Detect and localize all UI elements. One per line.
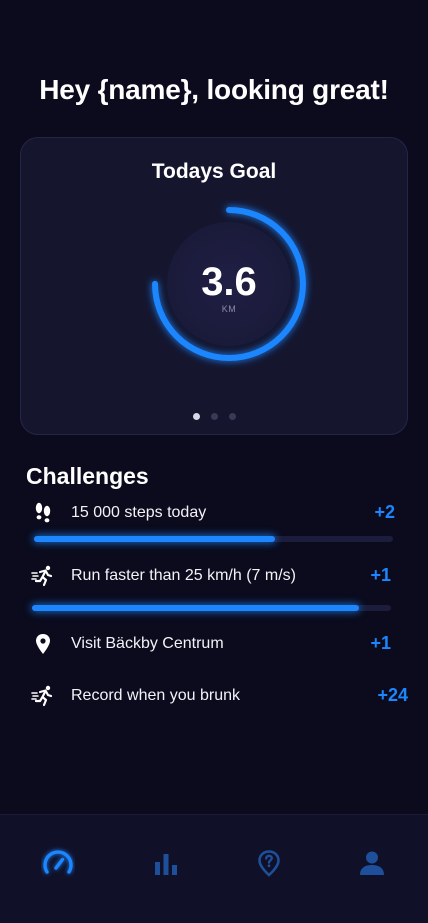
bottom-tab-bar: [0, 814, 428, 923]
challenge-item-brunk[interactable]: Record when you brunk +24: [30, 681, 408, 711]
challenge-reward: +24: [377, 685, 408, 705]
page-indicator[interactable]: [21, 413, 407, 420]
challenge-label: Run faster than 25 km/h (7 m/s): [71, 567, 296, 584]
running-icon: [30, 683, 56, 709]
challenge-label: Record when you brunk: [71, 687, 240, 704]
challenge-label: Visit Bäckby Centrum: [71, 635, 224, 652]
tab-help-map[interactable]: [249, 843, 289, 883]
home-screen: Hey {name}, looking great! Todays Goal 3…: [0, 0, 428, 923]
challenge-reward: +1: [370, 633, 391, 653]
challenge-reward: +1: [370, 565, 391, 585]
question-pin-icon: [258, 850, 280, 877]
challenge-item-visit[interactable]: Visit Bäckby Centrum +1: [30, 629, 408, 659]
goal-card[interactable]: Todays Goal 3.6 KM: [20, 137, 408, 435]
page-dot[interactable]: [228, 413, 236, 420]
goal-progress-ring: 3.6 KM: [145, 200, 313, 368]
goal-distance-unit: KM: [221, 304, 237, 314]
tab-dashboard[interactable]: [38, 843, 78, 883]
page-dot[interactable]: [192, 413, 200, 420]
running-icon: [30, 563, 56, 589]
location-pin-icon: [30, 631, 56, 657]
challenge-item-steps[interactable]: 15 000 steps today +2: [30, 498, 408, 528]
user-icon: [360, 851, 384, 875]
tab-profile[interactable]: [352, 843, 392, 883]
challenges-heading: Challenges: [26, 463, 149, 489]
challenge-reward: +2: [374, 502, 395, 522]
goal-card-title: Todays Goal: [151, 160, 277, 183]
greeting-heading: Hey {name}, looking great!: [39, 74, 389, 105]
challenge-item-speed[interactable]: Run faster than 25 km/h (7 m/s) +1: [30, 561, 408, 591]
page-dot[interactable]: [210, 413, 218, 420]
challenge-progress-steps: [34, 536, 393, 542]
challenge-progress-fill: [34, 536, 275, 542]
challenge-progress-fill: [32, 605, 359, 611]
challenge-label: 15 000 steps today: [71, 504, 207, 521]
challenge-progress-speed: [32, 605, 391, 611]
bar-chart-icon: [155, 854, 177, 875]
speedometer-icon: [43, 850, 73, 874]
goal-distance-value: 3.6: [201, 260, 257, 304]
footprints-icon: [30, 500, 56, 526]
tab-statistics[interactable]: [146, 843, 186, 883]
